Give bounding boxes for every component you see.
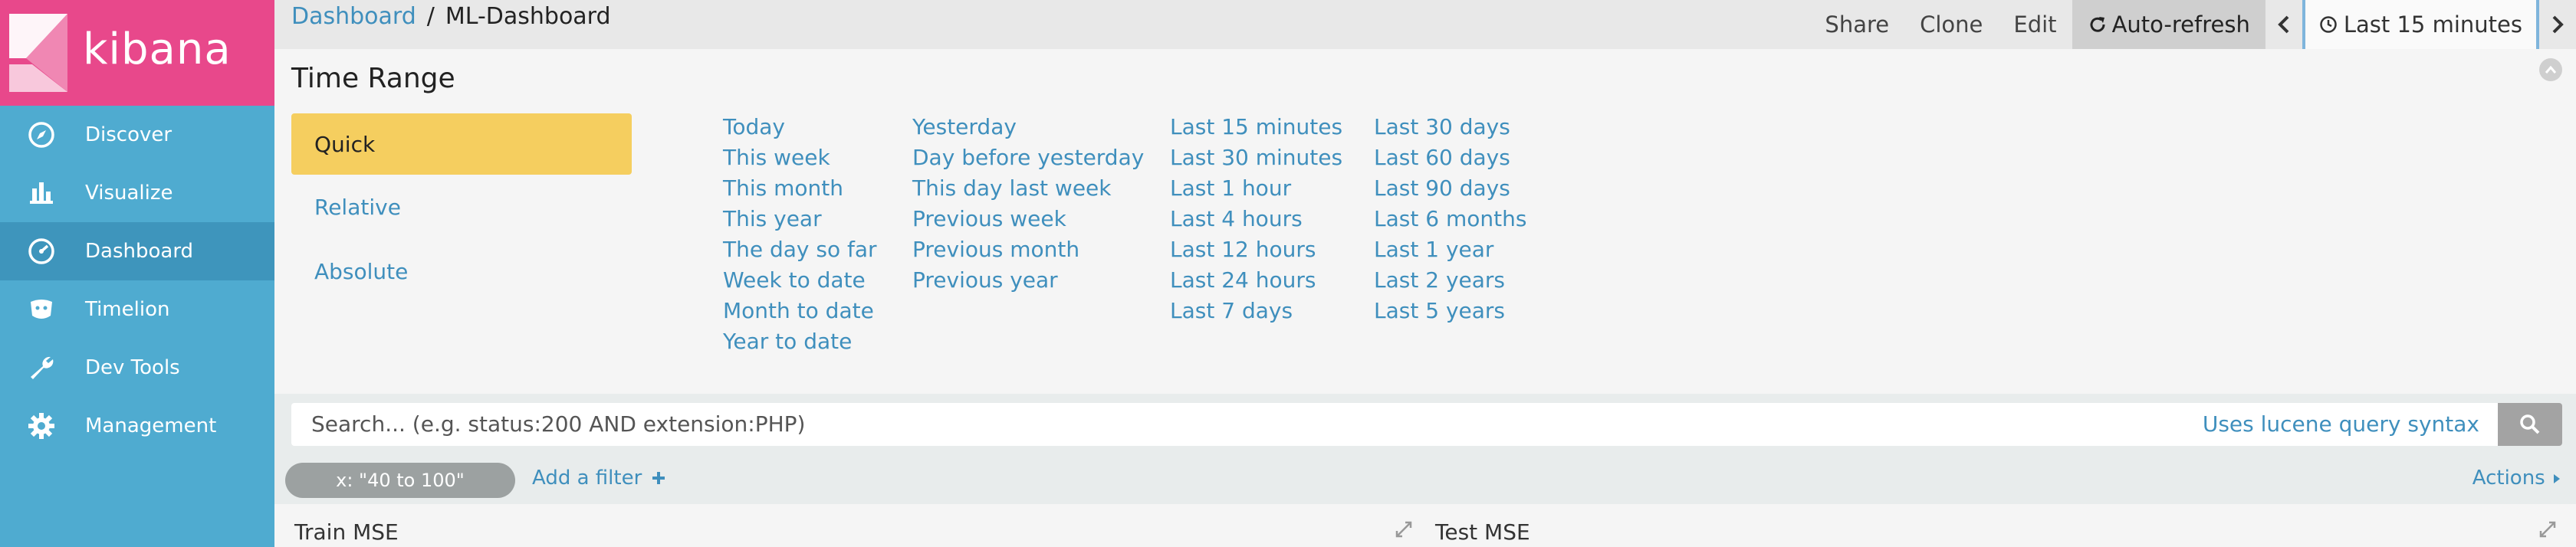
timelion-icon [26,294,57,325]
caret-right-icon [2554,474,2560,483]
dashboard-icon [26,236,57,267]
quick-range-link[interactable]: Last 4 hours [1170,204,1342,234]
sidebar-item-label: Management [85,414,217,437]
quick-range-link[interactable]: Last 15 minutes [1170,112,1342,142]
time-back-button[interactable] [2266,0,2302,49]
add-filter-label: Add a filter [532,467,642,490]
lucene-syntax-link[interactable]: Uses lucene query syntax [2203,411,2479,437]
sidebar-item-label: Dev Tools [85,356,180,379]
panel-title: Train MSE [294,519,399,545]
quick-range-link[interactable]: Week to date [723,265,877,296]
filter-bar: x: "40 to 100" Add a filter Actions [274,454,2576,504]
search-placeholder: Search... (e.g. status:200 AND extension… [311,411,806,437]
chevron-right-icon [2552,15,2564,34]
actions-label: Actions [2472,467,2545,490]
quick-column-recent: Last 15 minutes Last 30 minutes Last 1 h… [1170,112,1342,326]
quick-column-previous: Yesterday Day before yesterday This day … [912,112,1144,296]
mode-tab-quick[interactable]: Quick [291,113,632,175]
sidebar: kibana Discover Visualize Dashboard Time… [0,0,274,547]
quick-range-link[interactable]: Year to date [723,326,877,357]
sidebar-item-dev-tools[interactable]: Dev Tools [0,339,274,397]
clock-icon [2320,16,2337,33]
breadcrumb: Dashboard / ML-Dashboard [291,3,611,30]
kibana-logo-icon [9,14,67,92]
filter-pill[interactable]: x: "40 to 100" [285,463,515,498]
clone-button[interactable]: Clone [1904,0,1998,49]
refresh-icon [2090,17,2105,32]
quick-range-link[interactable]: Day before yesterday [912,142,1144,173]
quick-range-link[interactable]: Last 7 days [1170,296,1342,326]
top-actions: Share Clone Edit Auto-refresh Last 15 mi… [1809,0,2576,49]
time-picker-button[interactable]: Last 15 minutes [2302,0,2539,49]
kibana-logo[interactable]: kibana [0,0,274,106]
chevron-left-icon [2278,15,2289,34]
sidebar-item-label: Discover [85,123,172,146]
quick-range-link[interactable]: Last 1 year [1374,234,1526,265]
sidebar-item-label: Visualize [85,182,173,205]
filter-actions-button[interactable]: Actions [2472,467,2561,490]
quick-range-link[interactable]: This day last week [912,173,1144,204]
quick-range-link[interactable]: Month to date [723,296,877,326]
quick-range-link[interactable]: Yesterday [912,112,1144,142]
sidebar-item-visualize[interactable]: Visualize [0,164,274,222]
quick-range-link[interactable]: Last 1 hour [1170,173,1342,204]
time-range-title: Time Range [291,63,455,94]
expand-panel-icon[interactable] [1395,521,1412,542]
time-picker-label: Last 15 minutes [2343,11,2522,38]
page-title: ML-Dashboard [445,3,611,30]
quick-range-link[interactable]: This week [723,142,877,173]
mode-tab-absolute[interactable]: Absolute [291,241,632,302]
quick-range-link[interactable]: Last 24 hours [1170,265,1342,296]
quick-range-link[interactable]: Last 5 years [1374,296,1526,326]
time-range-panel: Time Range Quick Relative Absolute Today… [274,49,2576,394]
sidebar-item-dashboard[interactable]: Dashboard [0,222,274,280]
edit-button[interactable]: Edit [1998,0,2072,49]
wrench-icon [26,352,57,383]
plus-icon [652,472,665,484]
sidebar-item-management[interactable]: Management [0,397,274,455]
quick-range-link[interactable]: This year [723,204,877,234]
dashboard-panels: Train MSE Test MSE [274,504,2576,547]
quick-range-link[interactable]: This month [723,173,877,204]
quick-range-link[interactable]: Previous year [912,265,1144,296]
sidebar-item-label: Dashboard [85,240,194,263]
query-bar: Search... (e.g. status:200 AND extension… [274,394,2576,454]
auto-refresh-button[interactable]: Auto-refresh [2072,0,2266,49]
mode-tab-relative[interactable]: Relative [291,176,632,237]
expand-panel-icon[interactable] [2539,521,2556,542]
quick-range-link[interactable]: Last 90 days [1374,173,1526,204]
time-forward-button[interactable] [2539,0,2576,49]
quick-range-link[interactable]: Last 6 months [1374,204,1526,234]
quick-range-link[interactable]: Last 30 days [1374,112,1526,142]
quick-range-link[interactable]: Previous month [912,234,1144,265]
panel-title: Test MSE [1435,519,1530,545]
quick-range-link[interactable]: Previous week [912,204,1144,234]
quick-range-link[interactable]: Today [723,112,877,142]
breadcrumb-dashboard-link[interactable]: Dashboard [291,3,416,30]
gear-icon [26,411,57,441]
sidebar-item-label: Timelion [85,298,170,321]
top-nav-bar: Dashboard / ML-Dashboard Share Clone Edi… [274,0,2576,49]
auto-refresh-label: Auto-refresh [2111,11,2250,38]
bar-chart-icon [26,178,57,208]
quick-range-link[interactable]: Last 60 days [1374,142,1526,173]
search-icon [2520,414,2540,434]
search-input[interactable]: Search... (e.g. status:200 AND extension… [291,403,2498,446]
sidebar-item-timelion[interactable]: Timelion [0,280,274,339]
quick-column-current: Today This week This month This year The… [723,112,877,357]
quick-column-long: Last 30 days Last 60 days Last 90 days L… [1374,112,1526,326]
sidebar-item-discover[interactable]: Discover [0,106,274,164]
quick-range-link[interactable]: Last 2 years [1374,265,1526,296]
add-filter-button[interactable]: Add a filter [532,467,665,490]
quick-range-link[interactable]: Last 12 hours [1170,234,1342,265]
share-button[interactable]: Share [1809,0,1904,49]
quick-range-link[interactable]: Last 30 minutes [1170,142,1342,173]
breadcrumb-separator: / [426,3,435,30]
quick-range-link[interactable]: The day so far [723,234,877,265]
collapse-icon[interactable] [2539,58,2562,81]
compass-icon [26,120,57,150]
search-button[interactable] [2498,403,2562,446]
brand-name: kibana [83,25,232,74]
